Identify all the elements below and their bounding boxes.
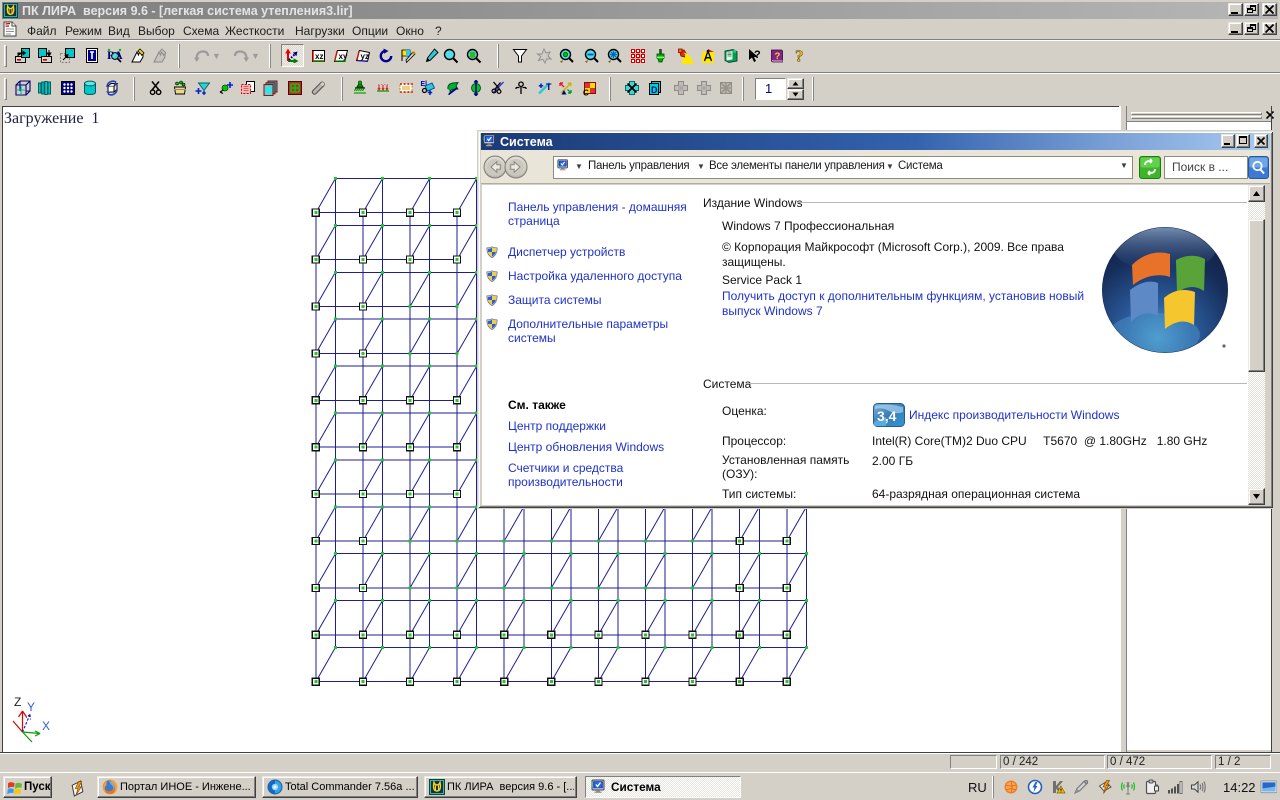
svg-text:3,4: 3,4 (877, 408, 897, 424)
svg-text:Z: Z (14, 695, 21, 709)
svg-text:Y: Y (27, 700, 35, 714)
svg-text:X: X (42, 719, 50, 733)
